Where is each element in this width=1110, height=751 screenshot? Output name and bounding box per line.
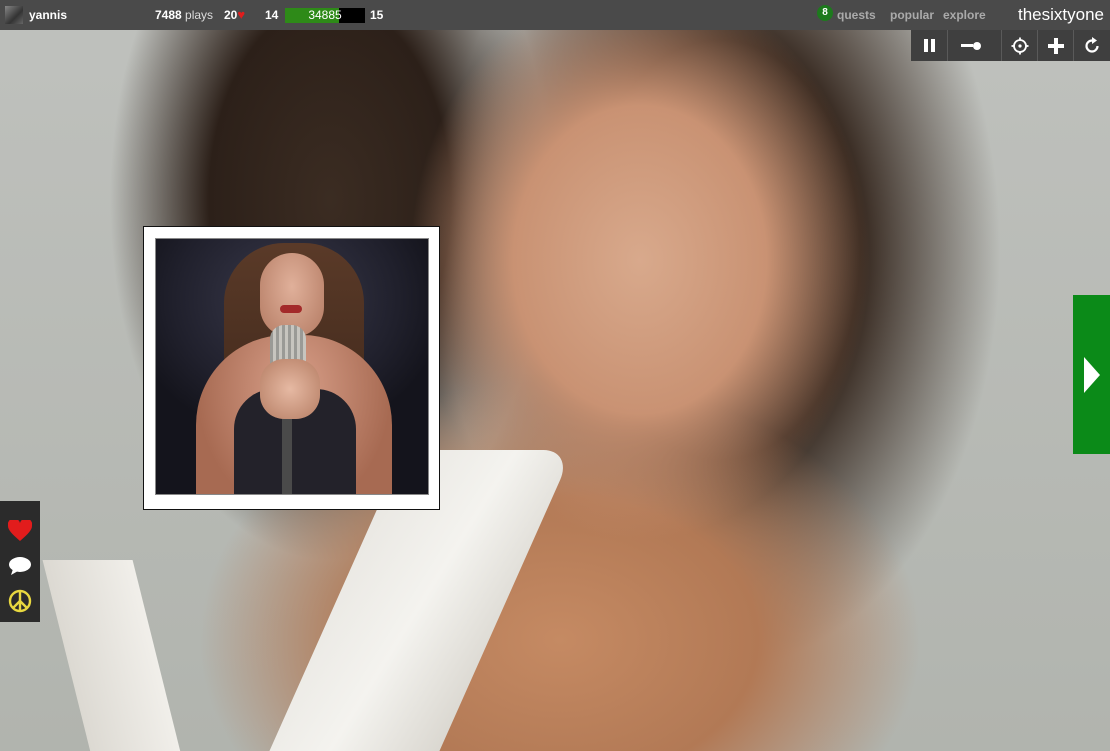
plays-counter: 7488 plays	[155, 0, 213, 30]
player-controls	[911, 30, 1110, 61]
album-art-frame[interactable]	[143, 226, 440, 510]
peace-button[interactable]	[0, 583, 40, 618]
refresh-button[interactable]	[1073, 30, 1110, 61]
username[interactable]: yannis	[29, 0, 67, 30]
pause-icon	[922, 39, 936, 52]
current-level: 14	[265, 8, 279, 22]
volume-icon	[960, 41, 981, 50]
popular-link[interactable]: popular	[890, 0, 934, 30]
xp-progress-bar: 34885	[285, 8, 365, 23]
explore-link[interactable]: explore	[943, 0, 986, 30]
volume-slider[interactable]	[947, 30, 1001, 61]
quest-count-badge[interactable]: 8	[817, 5, 833, 21]
player-stage: yannis 7488 plays 20♥ 14 34885 15 8 ques…	[0, 0, 1110, 751]
side-action-panel	[0, 501, 40, 622]
add-button[interactable]	[1037, 30, 1073, 61]
locate-button[interactable]	[1001, 30, 1037, 61]
heart-icon	[8, 519, 32, 541]
peace-icon	[8, 589, 32, 612]
pause-button[interactable]	[911, 30, 947, 61]
xp-value: 34885	[308, 8, 342, 22]
next-song-button[interactable]	[1073, 295, 1110, 454]
top-bar: yannis 7488 plays 20♥ 14 34885 15 8 ques…	[0, 0, 1110, 30]
comment-button[interactable]	[0, 548, 40, 583]
heart-icon: ♥	[237, 7, 246, 22]
plays-count: 7488	[155, 8, 182, 22]
comment-icon	[9, 556, 31, 575]
avatar[interactable]	[5, 6, 23, 24]
chevron-right-icon	[1083, 356, 1100, 393]
hearts-count: 20	[224, 8, 238, 22]
plays-label: plays	[185, 8, 214, 22]
album-art[interactable]	[155, 238, 429, 495]
next-level: 15	[370, 8, 384, 22]
plus-icon	[1047, 37, 1064, 54]
hearts-counter: 20♥	[224, 0, 245, 30]
target-icon	[1011, 37, 1028, 54]
heart-button[interactable]	[0, 513, 40, 548]
refresh-icon	[1085, 36, 1099, 53]
brand-logo[interactable]: thesixtyone	[1018, 0, 1104, 30]
quests-link[interactable]: quests	[837, 0, 876, 30]
